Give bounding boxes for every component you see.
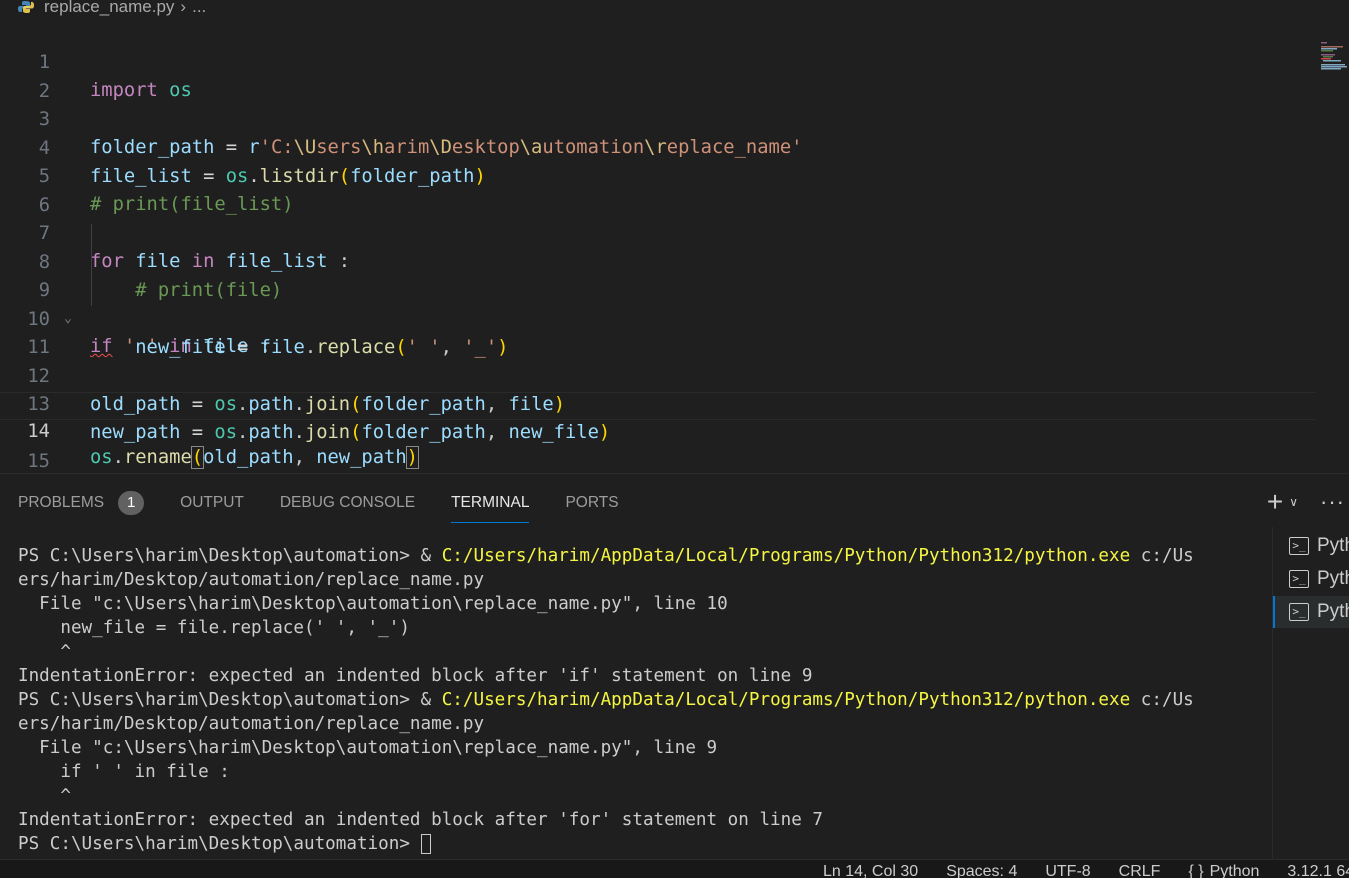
terminal-line: new_file = file.replace(' ', '_') [18,616,1258,640]
tab-label: TERMINAL [451,494,530,511]
terminal-line: PS C:\Users\harim\Desktop\automation> & … [18,688,1258,712]
status-language[interactable]: Python [1210,863,1260,878]
terminal-name: Pyth [1317,535,1349,556]
breadcrumb-file[interactable]: replace_name.py [44,0,174,17]
breadcrumb: replace_name.py › ... [0,0,1349,20]
terminal-text: PS C:\Users\harim\Desktop\automation> [18,834,421,854]
status-cursor-position[interactable]: Ln 14, Col 30 [823,863,918,878]
tab-debug-console[interactable]: DEBUG CONSOLE [280,490,415,522]
chevron-right-icon: › [180,0,187,16]
code-line: 15 [0,420,1315,472]
code-line: 2 [0,50,1315,102]
line-number: 15 [27,451,50,472]
new-terminal-icon[interactable]: + [1267,488,1283,516]
terminal-text: ^ [18,786,71,806]
vscode-window: replace_name.py › ... 1 import os 2 3 fo… [0,0,1349,878]
code-line: 9 ⌄ if ' ' in file : [0,249,1315,357]
minimap[interactable] [1319,42,1349,72]
python-file-icon [18,1,34,13]
code-line: 1 import os [0,21,1315,101]
code-line: 6 [0,164,1315,216]
code-line-current: 14 os.rename(old_path, new_path) [0,392,1315,469]
terminal-command-path: C:/Users/harim/AppData/Local/Programs/Py… [441,546,1131,566]
terminal-line: ers/harim/Desktop/automation/replace_nam… [18,568,1258,592]
code-line: 3 folder_path = r'C:\Users\harim\Desktop… [0,78,1315,158]
tab-terminal[interactable]: TERMINAL [451,490,530,523]
terminal-line: File "c:\Users\harim\Desktop\automation\… [18,592,1258,616]
tab-label: PROBLEMS [18,494,105,511]
tab-label: PORTS [565,494,619,511]
terminal-text: if ' ' in file : [18,762,230,782]
terminal-prompt: PS C:\Users\harim\Desktop\automation> & [18,690,442,710]
more-actions-icon[interactable]: ··· [1320,489,1345,515]
panel-actions: + ∨ ··· [1267,488,1349,516]
code-line: 5 # print(file_list) [0,135,1315,215]
status-python-version[interactable]: 3.12.1 64 [1287,863,1349,878]
terminal-line: IndentationError: expected an indented b… [18,664,1258,688]
status-eol[interactable]: CRLF [1119,863,1161,878]
terminal-icon: >_ [1289,537,1309,555]
terminal-line: File "c:\Users\harim\Desktop\automation\… [18,736,1258,760]
terminal-list-item-active[interactable]: >_ Pyth [1273,596,1349,628]
tab-problems[interactable]: PROBLEMS 1 [18,490,145,522]
terminal-text: ers/harim/Desktop/automation/replace_nam… [18,570,485,590]
terminal-output[interactable]: PS C:\Users\harim\Desktop\automation> & … [18,544,1258,856]
terminal-command-path: C:/Users/harim/AppData/Local/Programs/Py… [441,690,1131,710]
terminal-icon: >_ [1289,603,1309,621]
language-braces-icon: { } [1188,863,1204,878]
terminal-line: if ' ' in file : [18,760,1258,784]
status-indentation[interactable]: Spaces: 4 [946,863,1017,878]
status-bar: Ln 14, Col 30 Spaces: 4 UTF-8 CRLF { } P… [0,859,1349,878]
terminal-text: ^ [18,642,71,662]
bottom-panel: PROBLEMS 1 OUTPUT DEBUG CONSOLE TERMINAL… [0,473,1349,860]
terminal-text: ers/harim/Desktop/automation/replace_nam… [18,714,485,734]
status-encoding[interactable]: UTF-8 [1045,863,1090,878]
tab-output[interactable]: OUTPUT [180,490,244,522]
terminal-name: Pyth [1317,568,1349,589]
terminal-text: new_file = file.replace(' ', '_') [18,618,410,638]
code-line: 13 new_path = os.path.join(folder_path, … [0,363,1315,443]
terminal-list: >_ Pyth >_ Pyth >_ Pyth [1272,527,1349,860]
terminal-icon: >_ [1289,570,1309,588]
terminal-text: File "c:\Users\harim\Desktop\automation\… [18,594,728,614]
code-line: 11 [0,306,1315,358]
terminal-prompt: PS C:\Users\harim\Desktop\automation> & [18,546,442,566]
terminal-line: ^ [18,784,1258,808]
terminal-list-item[interactable]: >_ Pyth [1273,563,1349,595]
tab-label: DEBUG CONSOLE [279,494,416,511]
terminal-cursor [420,834,431,854]
terminal-text: IndentationError: expected an indented b… [18,666,813,686]
chevron-down-icon[interactable]: ∨ [1289,495,1298,509]
indent-guide [91,224,92,306]
terminal-text: IndentationError: expected an indented b… [18,810,824,830]
code-line: 4 file_list = os.listdir(folder_path) [0,107,1315,187]
terminal-text: File "c:\Users\harim\Desktop\automation\… [18,738,718,758]
tab-ports[interactable]: PORTS [565,490,618,522]
code-line: 12 old_path = os.path.join(folder_path, … [0,335,1315,415]
terminal-command-arg: c:/Us [1130,546,1194,566]
terminal-line: PS C:\Users\harim\Desktop\automation> & … [18,544,1258,568]
terminal-name: Pyth [1317,601,1349,622]
code-line: 7 for file in file_list : [0,192,1315,272]
panel-tabs: PROBLEMS 1 OUTPUT DEBUG CONSOLE TERMINAL… [18,490,655,526]
problems-count-badge: 1 [118,491,145,515]
terminal-line: ^ [18,640,1258,664]
code-editor[interactable]: 1 import os 2 3 folder_path = r'C:\Users… [0,20,1349,473]
terminal-command-arg: c:/Us [1130,690,1194,710]
terminal-line: PS C:\Users\harim\Desktop\automation> [18,832,1258,856]
code-line: 8 # print(file) [0,221,1315,301]
breadcrumb-symbols[interactable]: ... [192,0,206,17]
code-line: 10 new_file = file.replace(' ', '_') [0,278,1315,358]
terminal-line: IndentationError: expected an indented b… [18,808,1258,832]
tab-label: OUTPUT [180,494,244,511]
terminal-line: ers/harim/Desktop/automation/replace_nam… [18,712,1258,736]
terminal-list-item[interactable]: >_ Pyth [1273,530,1349,562]
